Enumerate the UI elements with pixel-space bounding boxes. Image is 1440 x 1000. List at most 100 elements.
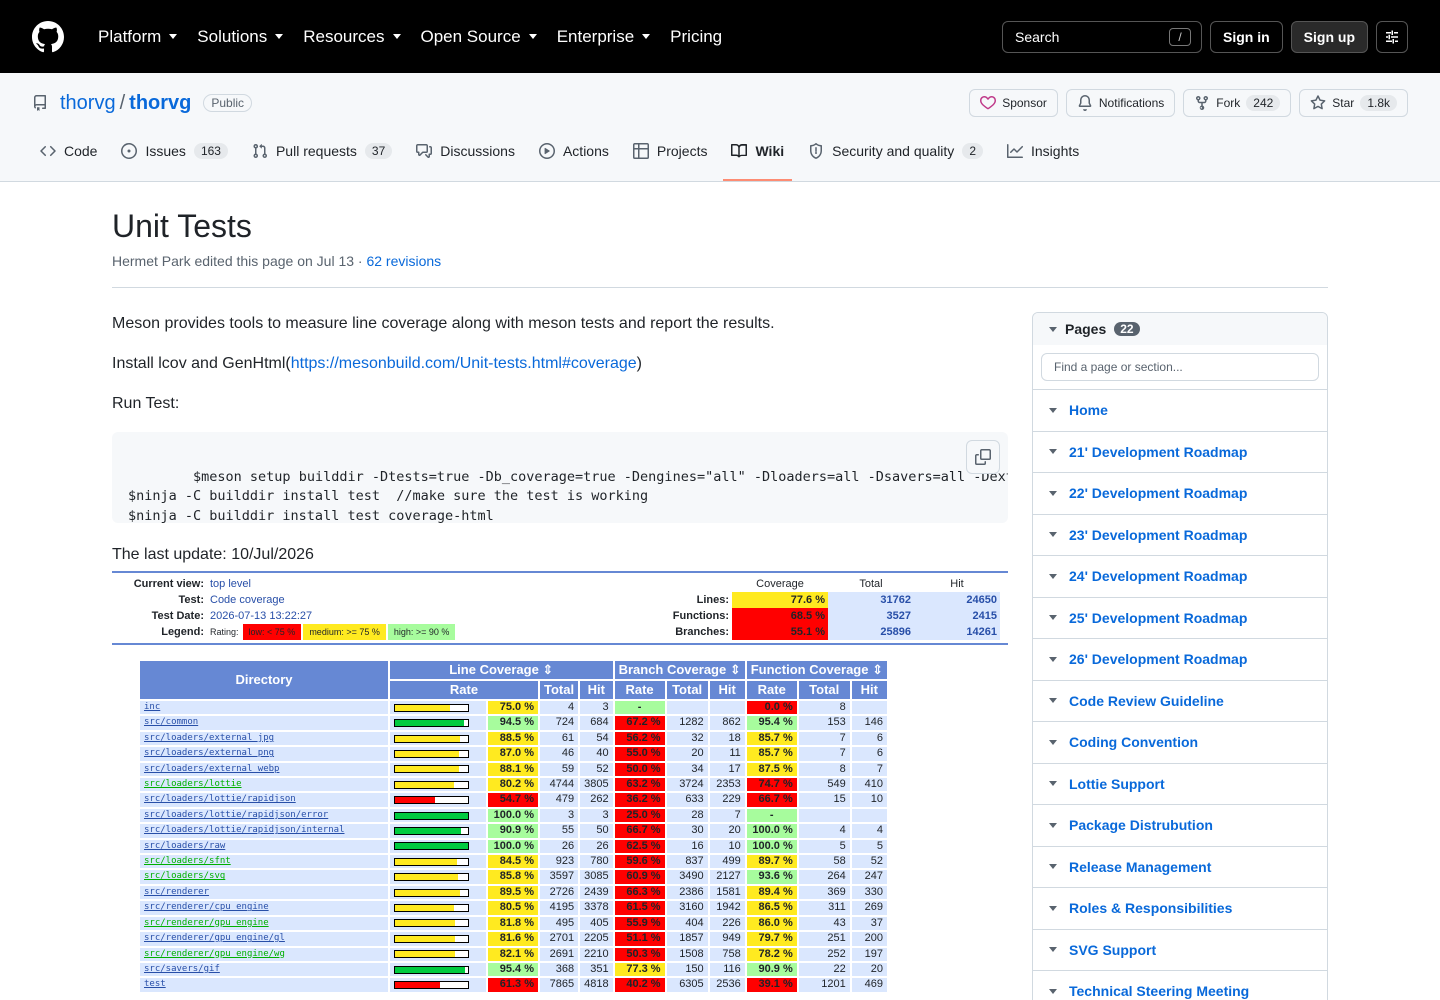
directory-link[interactable]: src/loaders/lottie/rapidjson/internal	[140, 824, 388, 838]
branch-total: 837	[666, 855, 708, 869]
expand-caret-icon[interactable]	[1049, 988, 1057, 994]
function-rate: -	[746, 808, 797, 823]
line-total: 3597	[540, 870, 579, 884]
meson-coverage-link[interactable]: https://mesonbuild.com/Unit-tests.html#c…	[291, 355, 637, 372]
summary-coverage: 55.1 %	[732, 624, 828, 640]
sidebar-page-label: SVG Support	[1069, 941, 1157, 958]
expand-caret-icon[interactable]	[1049, 822, 1057, 828]
directory-link[interactable]: inc	[140, 701, 388, 715]
sidebar-page-item[interactable]: SVG Support	[1033, 930, 1327, 971]
sidebar-page-item[interactable]: Package Distrubution	[1033, 805, 1327, 847]
expand-caret-icon[interactable]	[1049, 449, 1057, 455]
function-total: 1201	[798, 978, 850, 992]
search-button[interactable]: Search /	[1002, 20, 1202, 53]
directory-link[interactable]: src/loaders/raw	[140, 839, 388, 854]
sidebar-page-item[interactable]: 23' Development Roadmap	[1033, 515, 1327, 556]
expand-caret-icon[interactable]	[1049, 615, 1057, 621]
tab-insights[interactable]: Insights	[999, 133, 1087, 169]
directory-link[interactable]: src/renderer/gpu_engine/gl	[140, 932, 388, 946]
tab-wiki[interactable]: Wiki	[723, 133, 792, 181]
sign-up-button[interactable]: Sign up	[1290, 20, 1368, 53]
nav-enterprise[interactable]: Enterprise	[547, 27, 660, 47]
pull-request-icon	[253, 143, 267, 159]
tab-pull-requests[interactable]: Pull requests 37	[244, 133, 400, 169]
directory-link[interactable]: src/loaders/lottie/rapidjson	[140, 793, 388, 807]
sidebar-page-item[interactable]: 26' Development Roadmap	[1033, 639, 1327, 681]
coverage-bar-fill	[395, 858, 457, 865]
sidebar-page-item[interactable]: 22' Development Roadmap	[1033, 473, 1327, 515]
tab-count: 2	[962, 143, 983, 159]
directory-link[interactable]: src/renderer/cpu_engine	[140, 901, 388, 915]
directory-link[interactable]: src/renderer/gpu_engine/wg	[140, 947, 388, 961]
current-view-link[interactable]: top level	[210, 576, 251, 592]
directory-link[interactable]: test	[140, 978, 388, 992]
line-total: 7865	[540, 978, 579, 992]
repo-owner-link[interactable]: thorvg	[60, 92, 116, 115]
expand-caret-icon[interactable]	[1049, 573, 1057, 579]
sidebar-page-item[interactable]: 25' Development Roadmap	[1033, 598, 1327, 639]
function-coverage-header[interactable]: Function Coverage ⇕	[746, 661, 887, 679]
sign-in-button[interactable]: Sign in	[1210, 20, 1283, 53]
expand-caret-icon[interactable]	[1049, 490, 1057, 496]
directory-link[interactable]: src/loaders/sfnt	[140, 855, 388, 869]
nav-pricing[interactable]: Pricing	[660, 27, 732, 47]
github-logo-icon[interactable]	[32, 20, 64, 53]
branch-coverage-header[interactable]: Branch Coverage ⇕	[614, 661, 745, 679]
copy-button[interactable]	[966, 440, 1000, 474]
fork-button[interactable]: Fork 242	[1183, 89, 1292, 117]
line-coverage-header[interactable]: Line Coverage ⇕	[390, 661, 613, 679]
tab-actions[interactable]: Actions	[531, 133, 617, 169]
directory-link[interactable]: src/loaders/lottie/rapidjson/error	[140, 808, 388, 823]
tab-projects[interactable]: Projects	[625, 133, 716, 169]
sidebar-page-item[interactable]: Coding Convention	[1033, 722, 1327, 764]
tab-issues[interactable]: Issues 163	[113, 133, 236, 169]
directory-link[interactable]: src/renderer/gpu_engine	[140, 916, 388, 931]
line-hit: 52	[580, 762, 613, 777]
settings-sliders-icon[interactable]	[1376, 20, 1408, 53]
star-button[interactable]: Star 1.8k	[1299, 89, 1408, 117]
pages-header[interactable]: Pages 22	[1033, 313, 1327, 345]
nav-resources[interactable]: Resources	[293, 27, 410, 47]
expand-caret-icon[interactable]	[1049, 656, 1057, 662]
directory-link[interactable]: src/renderer	[140, 885, 388, 900]
sidebar-page-item[interactable]: Code Review Guideline	[1033, 681, 1327, 722]
sponsor-button[interactable]: Sponsor	[969, 89, 1058, 117]
nav-solutions[interactable]: Solutions	[187, 27, 293, 47]
directory-link[interactable]: src/loaders/svg	[140, 870, 388, 884]
find-page-input[interactable]: Find a page or section...	[1041, 353, 1319, 381]
nav-platform[interactable]: Platform	[88, 27, 187, 47]
sidebar-page-item[interactable]: Lottie Support	[1033, 764, 1327, 805]
summary-hit: 24650	[914, 592, 1000, 608]
directory-link[interactable]: src/common	[140, 716, 388, 730]
legend-medium: medium: >= 75 %	[303, 624, 386, 640]
expand-caret-icon[interactable]	[1049, 864, 1057, 870]
sidebar-page-item[interactable]: Technical Steering Meeting	[1033, 971, 1327, 1000]
expand-caret-icon[interactable]	[1049, 407, 1057, 413]
coverage-bar	[394, 811, 469, 820]
nav-open-source[interactable]: Open Source	[411, 27, 547, 47]
expand-caret-icon[interactable]	[1049, 781, 1057, 787]
repo-name-link[interactable]: thorvg	[129, 92, 191, 115]
sidebar-page-item[interactable]: Home	[1033, 390, 1327, 432]
expand-caret-icon[interactable]	[1049, 698, 1057, 704]
expand-caret-icon[interactable]	[1049, 739, 1057, 745]
sidebar-page-item[interactable]: Release Management	[1033, 847, 1327, 888]
sidebar-page-item[interactable]: 24' Development Roadmap	[1033, 556, 1327, 598]
directory-link[interactable]: src/loaders/lottie	[140, 778, 388, 792]
function-rate: 74.7 %	[746, 778, 797, 792]
tab-security-and-quality[interactable]: Security and quality 2	[800, 133, 991, 169]
sidebar-page-item[interactable]: 21' Development Roadmap	[1033, 432, 1327, 473]
directory-link[interactable]: src/loaders/external_png	[140, 747, 388, 761]
expand-caret-icon[interactable]	[1049, 947, 1057, 953]
tab-discussions[interactable]: Discussions	[408, 133, 523, 169]
expand-caret-icon[interactable]	[1049, 905, 1057, 911]
sidebar-page-item[interactable]: Roles & Responsibilities	[1033, 888, 1327, 930]
directory-link[interactable]: src/savers/gif	[140, 962, 388, 977]
revisions-link[interactable]: 62 revisions	[366, 253, 441, 269]
directory-link[interactable]: src/loaders/external_webp	[140, 762, 388, 777]
expand-caret-icon[interactable]	[1049, 532, 1057, 538]
tab-code[interactable]: Code	[32, 133, 105, 169]
directory-link[interactable]: src/loaders/external_jpg	[140, 731, 388, 746]
line-rate: 84.5 %	[488, 855, 538, 869]
notifications-button[interactable]: Notifications	[1065, 89, 1176, 117]
